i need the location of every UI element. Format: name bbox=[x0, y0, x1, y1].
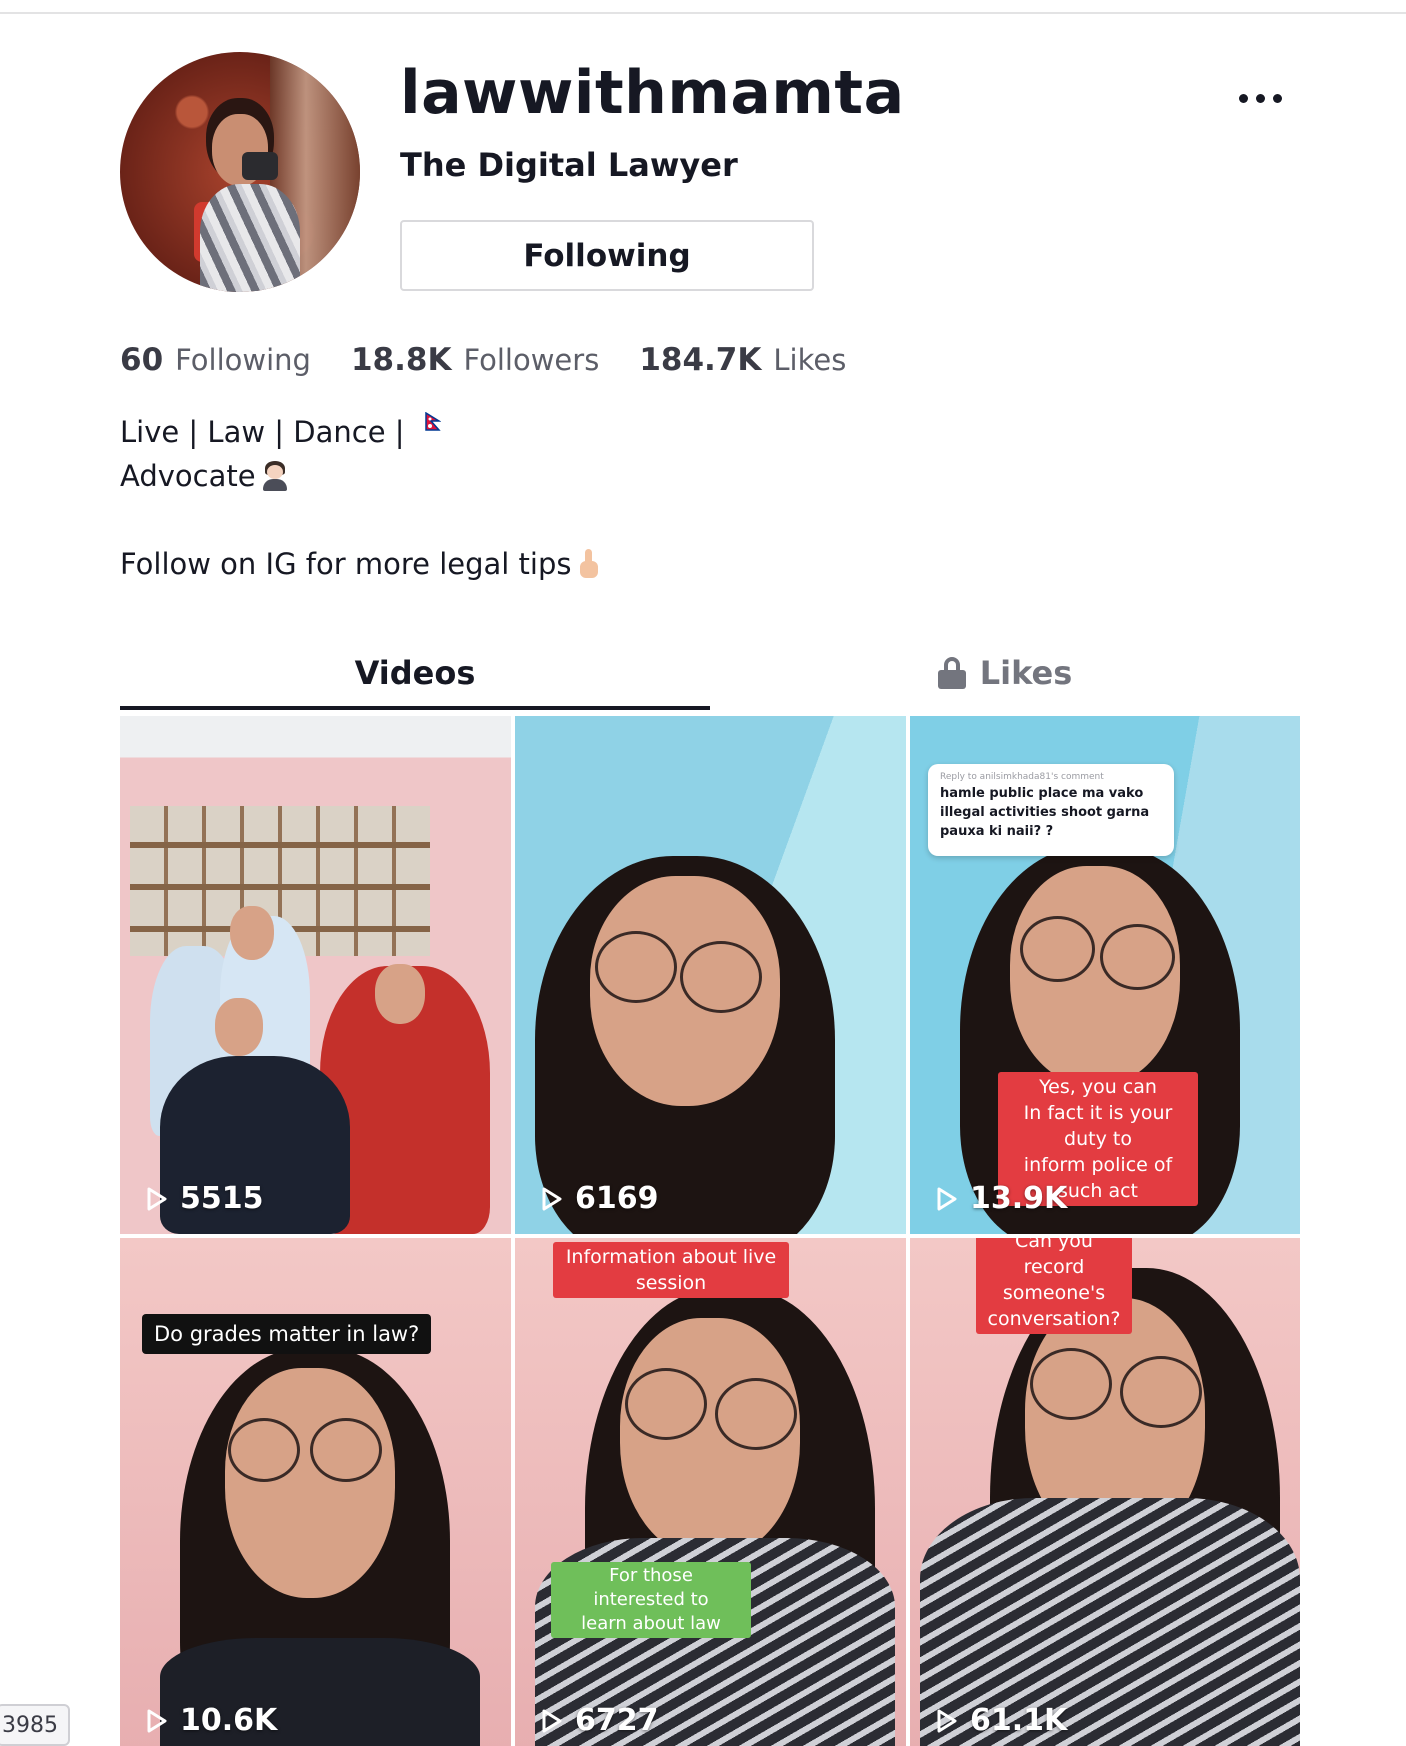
more-options-button[interactable] bbox=[1232, 80, 1288, 116]
video-caption-top: Information about live session bbox=[553, 1242, 789, 1298]
profile-username: lawwithmamta bbox=[400, 58, 905, 128]
following-button[interactable]: Following bbox=[400, 220, 814, 291]
glasses bbox=[625, 1368, 707, 1440]
profile-page: lawwithmamta The Digital Lawyer Followin… bbox=[0, 0, 1406, 1746]
view-count: 10.6K bbox=[146, 1703, 277, 1738]
glasses bbox=[1020, 916, 1095, 982]
bio-line-1: Live | Law | Dance | bbox=[120, 415, 405, 449]
glasses bbox=[1030, 1348, 1112, 1420]
video-thumbnail[interactable]: Information about live session For those… bbox=[515, 1238, 906, 1746]
bio-line-3: Follow on IG for more legal tips bbox=[120, 547, 572, 581]
profile-bio: Live | Law | Dance | Advocate Follow on … bbox=[120, 410, 600, 586]
play-icon bbox=[542, 1187, 562, 1210]
ellipsis-dot bbox=[1255, 93, 1265, 103]
glasses bbox=[228, 1418, 300, 1482]
view-count: 6727 bbox=[541, 1703, 659, 1738]
ellipsis-dot bbox=[1272, 93, 1282, 103]
play-icon bbox=[542, 1709, 562, 1732]
video-thumbnail[interactable]: Reply to anilsimkhada81's comment hamle … bbox=[910, 716, 1300, 1234]
comment-reply-text: hamle public place ma vako illegal activ… bbox=[940, 786, 1150, 839]
glasses bbox=[1120, 1356, 1202, 1428]
woman-judge-emoji-icon bbox=[262, 461, 288, 491]
view-count: 5515 bbox=[146, 1181, 264, 1216]
likes-count-number: 184.7K bbox=[639, 342, 762, 378]
followers-count-number: 18.8K bbox=[350, 342, 452, 378]
following-count[interactable]: 60 Following bbox=[120, 342, 311, 378]
view-count-text: 61.1K bbox=[970, 1703, 1068, 1738]
tab-likes-label: Likes bbox=[979, 654, 1073, 692]
group-face bbox=[215, 998, 263, 1056]
glasses bbox=[715, 1378, 797, 1450]
video-caption-bottom: For those interested to learn about law bbox=[551, 1562, 751, 1638]
play-icon bbox=[147, 1709, 167, 1732]
play-icon bbox=[937, 1187, 957, 1210]
group-face bbox=[230, 906, 274, 960]
likes-count-label: Likes bbox=[773, 343, 847, 377]
play-icon bbox=[937, 1709, 957, 1732]
profile-avatar[interactable] bbox=[120, 52, 360, 292]
nepal-flag-icon bbox=[424, 412, 441, 431]
view-count: 61.1K bbox=[936, 1703, 1067, 1738]
glasses bbox=[1100, 924, 1175, 990]
view-count-text: 6169 bbox=[575, 1181, 659, 1216]
view-count-text: 6727 bbox=[575, 1703, 659, 1738]
tab-videos[interactable]: Videos bbox=[120, 636, 710, 710]
view-count-text: 10.6K bbox=[180, 1703, 278, 1738]
person-face bbox=[225, 1368, 395, 1598]
avatar-striped-wrap bbox=[200, 184, 300, 292]
bio-line-2: Advocate bbox=[120, 459, 256, 493]
profile-tabs: Videos Likes bbox=[120, 636, 1300, 710]
avatar-camera bbox=[242, 152, 278, 180]
page-counter-tag: 3985 bbox=[0, 1704, 70, 1746]
video-thumbnail[interactable]: Do grades matter in law? 10.6K bbox=[120, 1238, 511, 1746]
view-count-text: 13.9K bbox=[970, 1181, 1068, 1216]
ellipsis-dot bbox=[1238, 93, 1248, 103]
profile-nickname: The Digital Lawyer bbox=[400, 146, 738, 184]
comment-reply-bubble: Reply to anilsimkhada81's comment hamle … bbox=[928, 764, 1174, 856]
video-caption: Can you record someone's conversation? bbox=[976, 1238, 1132, 1334]
pointing-up-emoji-icon bbox=[578, 549, 600, 579]
tab-likes[interactable]: Likes bbox=[710, 636, 1300, 710]
following-count-number: 60 bbox=[120, 342, 164, 378]
followers-count-label: Followers bbox=[463, 343, 600, 377]
video-thumbnail[interactable]: 5515 bbox=[120, 716, 511, 1234]
comment-reply-header: Reply to anilsimkhada81's comment bbox=[940, 772, 1104, 782]
video-caption: Do grades matter in law? bbox=[142, 1314, 432, 1354]
top-divider bbox=[0, 12, 1406, 14]
profile-counts: 60 Following 18.8K Followers 184.7K Like… bbox=[120, 342, 846, 378]
glasses bbox=[595, 931, 677, 1003]
tab-videos-label: Videos bbox=[354, 654, 476, 692]
play-icon bbox=[147, 1187, 167, 1210]
glasses bbox=[680, 941, 762, 1013]
likes-count: 184.7K Likes bbox=[639, 342, 846, 378]
lock-icon bbox=[937, 657, 966, 689]
view-count: 6169 bbox=[541, 1181, 659, 1216]
view-count-text: 5515 bbox=[180, 1181, 264, 1216]
glasses bbox=[310, 1418, 382, 1482]
video-thumbnail[interactable]: Can you record someone's conversation? 6… bbox=[910, 1238, 1300, 1746]
video-grid: 5515 6169 Reply to anilsimkhada81's comm… bbox=[120, 716, 1300, 1746]
view-count: 13.9K bbox=[936, 1181, 1067, 1216]
active-tab-indicator bbox=[120, 706, 710, 710]
following-count-label: Following bbox=[175, 343, 311, 377]
video-thumbnail[interactable]: 6169 bbox=[515, 716, 906, 1234]
followers-count[interactable]: 18.8K Followers bbox=[351, 342, 599, 378]
group-face bbox=[375, 964, 425, 1024]
